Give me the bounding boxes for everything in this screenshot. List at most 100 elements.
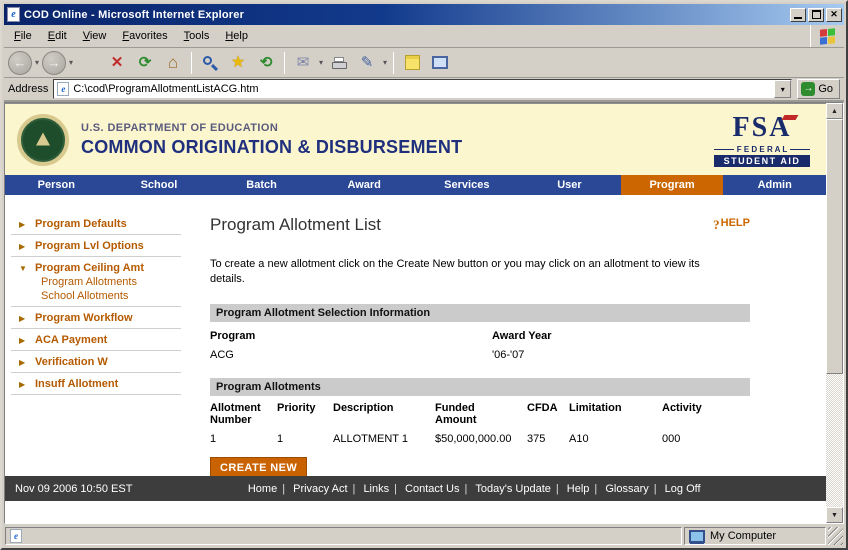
help-question-icon: ? xyxy=(713,217,720,233)
sidebar-item-verification-w[interactable]: ▶ Verification W xyxy=(5,353,195,369)
print-button[interactable] xyxy=(326,50,352,76)
create-new-button[interactable]: CREATE NEW xyxy=(210,457,307,476)
footer-link-privacy-act[interactable]: Privacy Act xyxy=(293,483,347,495)
menu-edit[interactable]: Edit xyxy=(40,26,75,46)
col-funded-amount: Funded Amount xyxy=(435,402,527,426)
cell-limitation: A10 xyxy=(569,426,662,445)
sidebar-item-program-workflow[interactable]: ▶ Program Workflow xyxy=(5,309,195,325)
search-button[interactable] xyxy=(197,50,223,76)
sidebar-divider xyxy=(11,350,181,351)
maximize-button[interactable] xyxy=(808,8,824,22)
footer-link-todays-update[interactable]: Today's Update xyxy=(475,483,550,495)
page-bottom-gap xyxy=(5,501,826,523)
menu-tools[interactable]: Tools xyxy=(176,26,218,46)
notes-button[interactable] xyxy=(399,50,425,76)
footer-timestamp: Nov 09 2006 10:50 EST xyxy=(15,483,132,495)
menu-help[interactable]: Help xyxy=(217,26,256,46)
history-icon: ⟲ xyxy=(260,55,273,70)
footer-link-glossary[interactable]: Glossary xyxy=(605,483,648,495)
vertical-scrollbar[interactable]: ▲ ▼ xyxy=(826,103,843,523)
scrollbar-thumb[interactable] xyxy=(826,119,843,374)
scroll-up-button[interactable]: ▲ xyxy=(826,103,843,119)
resize-grip[interactable] xyxy=(828,527,843,545)
sidebar-divider xyxy=(11,394,181,395)
nav-award[interactable]: Award xyxy=(313,175,416,195)
go-label: Go xyxy=(818,83,833,95)
main-panel: Program Allotment List ? HELP To create … xyxy=(195,195,826,476)
home-button[interactable]: ⌂ xyxy=(160,50,186,76)
col-activity: Activity xyxy=(662,402,750,426)
security-zone-panel: My Computer xyxy=(684,527,826,545)
nav-user[interactable]: User xyxy=(518,175,621,195)
sidebar-divider xyxy=(11,256,181,257)
nav-program[interactable]: Program xyxy=(621,175,724,195)
forward-button[interactable]: → xyxy=(42,51,66,75)
forward-dropdown[interactable]: ▾ xyxy=(68,58,74,67)
toolbar-divider xyxy=(191,52,192,74)
help-link[interactable]: ? HELP xyxy=(713,217,750,233)
sidebar-item-program-defaults[interactable]: ▶ Program Defaults xyxy=(5,215,195,231)
sidebar-item-program-ceiling-amt[interactable]: ▼ Program Ceiling Amt xyxy=(5,259,195,275)
intro-text: To create a new allotment click on the C… xyxy=(210,257,735,287)
footer-link-home[interactable]: Home xyxy=(248,483,277,495)
sidebar-item-program-allotments[interactable]: Program Allotments xyxy=(5,275,195,289)
nav-services[interactable]: Services xyxy=(416,175,519,195)
home-icon: ⌂ xyxy=(168,54,178,71)
mail-dropdown[interactable]: ▾ xyxy=(318,58,324,67)
nav-batch[interactable]: Batch xyxy=(210,175,313,195)
nav-admin[interactable]: Admin xyxy=(723,175,826,195)
sidebar-item-insuff-allotment[interactable]: ▶ Insuff Allotment xyxy=(5,375,195,391)
refresh-button[interactable]: ⟳ xyxy=(132,50,158,76)
discuss-button[interactable] xyxy=(427,50,453,76)
address-input[interactable]: e C:\cod\ProgramAllotmentListACG.htm ▾ xyxy=(53,79,792,99)
address-bar: Address e C:\cod\ProgramAllotmentListACG… xyxy=(4,78,844,102)
cell-allotment-number[interactable]: 1 xyxy=(210,426,277,445)
sidebar-item-aca-payment[interactable]: ▶ ACA Payment xyxy=(5,331,195,347)
address-dropdown[interactable]: ▾ xyxy=(774,80,791,98)
history-button[interactable]: ⟲ xyxy=(253,50,279,76)
collapsed-arrow-icon: ▶ xyxy=(19,220,29,229)
minimize-button[interactable] xyxy=(790,8,806,22)
back-button[interactable]: ← xyxy=(8,51,32,75)
department-name: U.S. DEPARTMENT OF EDUCATION xyxy=(81,122,462,134)
menu-file[interactable]: File xyxy=(6,26,40,46)
menu-view[interactable]: View xyxy=(75,26,115,46)
search-icon xyxy=(202,55,218,71)
col-description: Description xyxy=(333,402,435,426)
sidebar-item-program-lvl-options[interactable]: ▶ Program Lvl Options xyxy=(5,237,195,253)
scrollbar-track[interactable] xyxy=(826,374,843,507)
nav-school[interactable]: School xyxy=(108,175,211,195)
go-button[interactable]: → Go xyxy=(797,79,840,99)
sidebar-item-school-allotments[interactable]: School Allotments xyxy=(5,289,195,303)
sidebar-item-label: Program Defaults xyxy=(35,218,127,230)
edit-dropdown[interactable]: ▾ xyxy=(382,58,388,67)
allotment-row[interactable]: 1 1 ALLOTMENT 1 $50,000,000.00 375 A10 0… xyxy=(210,426,750,445)
program-value: ACG xyxy=(210,349,492,361)
fsa-logo: FSA F E D E R A L STUDENT AID xyxy=(714,112,810,167)
scroll-down-button[interactable]: ▼ xyxy=(826,507,843,523)
favorites-button[interactable]: ★ xyxy=(225,50,251,76)
cell-description: ALLOTMENT 1 xyxy=(333,426,435,445)
title-bar[interactable]: e COD Online - Microsoft Internet Explor… xyxy=(4,4,844,25)
footer-link-log-off[interactable]: Log Off xyxy=(665,483,701,495)
windows-logo-icon xyxy=(810,25,844,47)
selection-info: Program Award Year ACG '06-'07 xyxy=(210,322,750,361)
close-button[interactable]: ✕ xyxy=(826,8,842,22)
collapsed-arrow-icon: ▶ xyxy=(19,336,29,345)
toolbar-divider xyxy=(393,52,394,74)
cell-cfda: 375 xyxy=(527,426,569,445)
primary-nav: Person School Batch Award Services User … xyxy=(5,175,826,195)
nav-person[interactable]: Person xyxy=(5,175,108,195)
back-dropdown[interactable]: ▾ xyxy=(34,58,40,67)
edit-button[interactable]: ✎ xyxy=(354,50,380,76)
footer-separator: | xyxy=(594,483,597,495)
footer-link-contact-us[interactable]: Contact Us xyxy=(405,483,459,495)
my-computer-icon xyxy=(689,530,705,543)
col-allotment-number: Allotment Number xyxy=(210,402,277,426)
stop-button[interactable]: ✕ xyxy=(104,50,130,76)
menu-favorites[interactable]: Favorites xyxy=(114,26,175,46)
selection-section-header: Program Allotment Selection Information xyxy=(210,304,750,322)
mail-button[interactable]: ✉ xyxy=(290,50,316,76)
footer-link-links[interactable]: Links xyxy=(363,483,389,495)
footer-link-help[interactable]: Help xyxy=(567,483,590,495)
